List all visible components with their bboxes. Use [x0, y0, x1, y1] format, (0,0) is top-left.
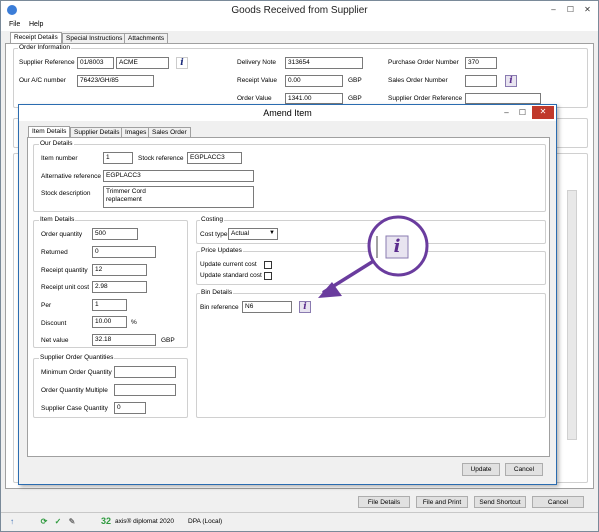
- callout-info-icon: i: [393, 236, 401, 257]
- callout-overlay: [318, 215, 429, 298]
